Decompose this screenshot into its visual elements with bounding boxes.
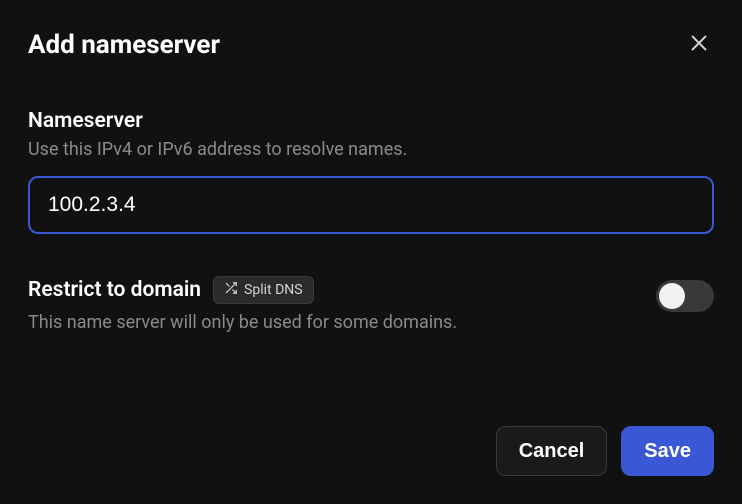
close-button[interactable] — [684, 28, 714, 61]
nameserver-label: Nameserver — [28, 109, 714, 133]
nameserver-hint: Use this IPv4 or IPv6 address to resolve… — [28, 139, 714, 160]
save-button[interactable]: Save — [621, 426, 714, 476]
close-icon — [688, 32, 710, 57]
dialog-footer: Cancel Save — [496, 426, 714, 476]
cancel-button[interactable]: Cancel — [496, 426, 608, 476]
nameserver-input[interactable] — [28, 176, 714, 234]
nameserver-field-group: Nameserver Use this IPv4 or IPv6 address… — [28, 109, 714, 234]
split-dns-badge-label: Split DNS — [244, 282, 303, 298]
toggle-knob — [659, 283, 685, 309]
shuffle-icon — [224, 281, 238, 299]
dialog-title: Add nameserver — [28, 30, 220, 60]
restrict-hint: This name server will only be used for s… — [28, 312, 656, 333]
restrict-section: Restrict to domain Split DNS This name s… — [28, 276, 714, 333]
restrict-toggle[interactable] — [656, 280, 714, 312]
split-dns-badge: Split DNS — [213, 276, 314, 304]
restrict-title: Restrict to domain — [28, 278, 201, 302]
dialog-header: Add nameserver — [28, 28, 714, 61]
restrict-header: Restrict to domain Split DNS — [28, 276, 656, 304]
restrict-left: Restrict to domain Split DNS This name s… — [28, 276, 656, 333]
